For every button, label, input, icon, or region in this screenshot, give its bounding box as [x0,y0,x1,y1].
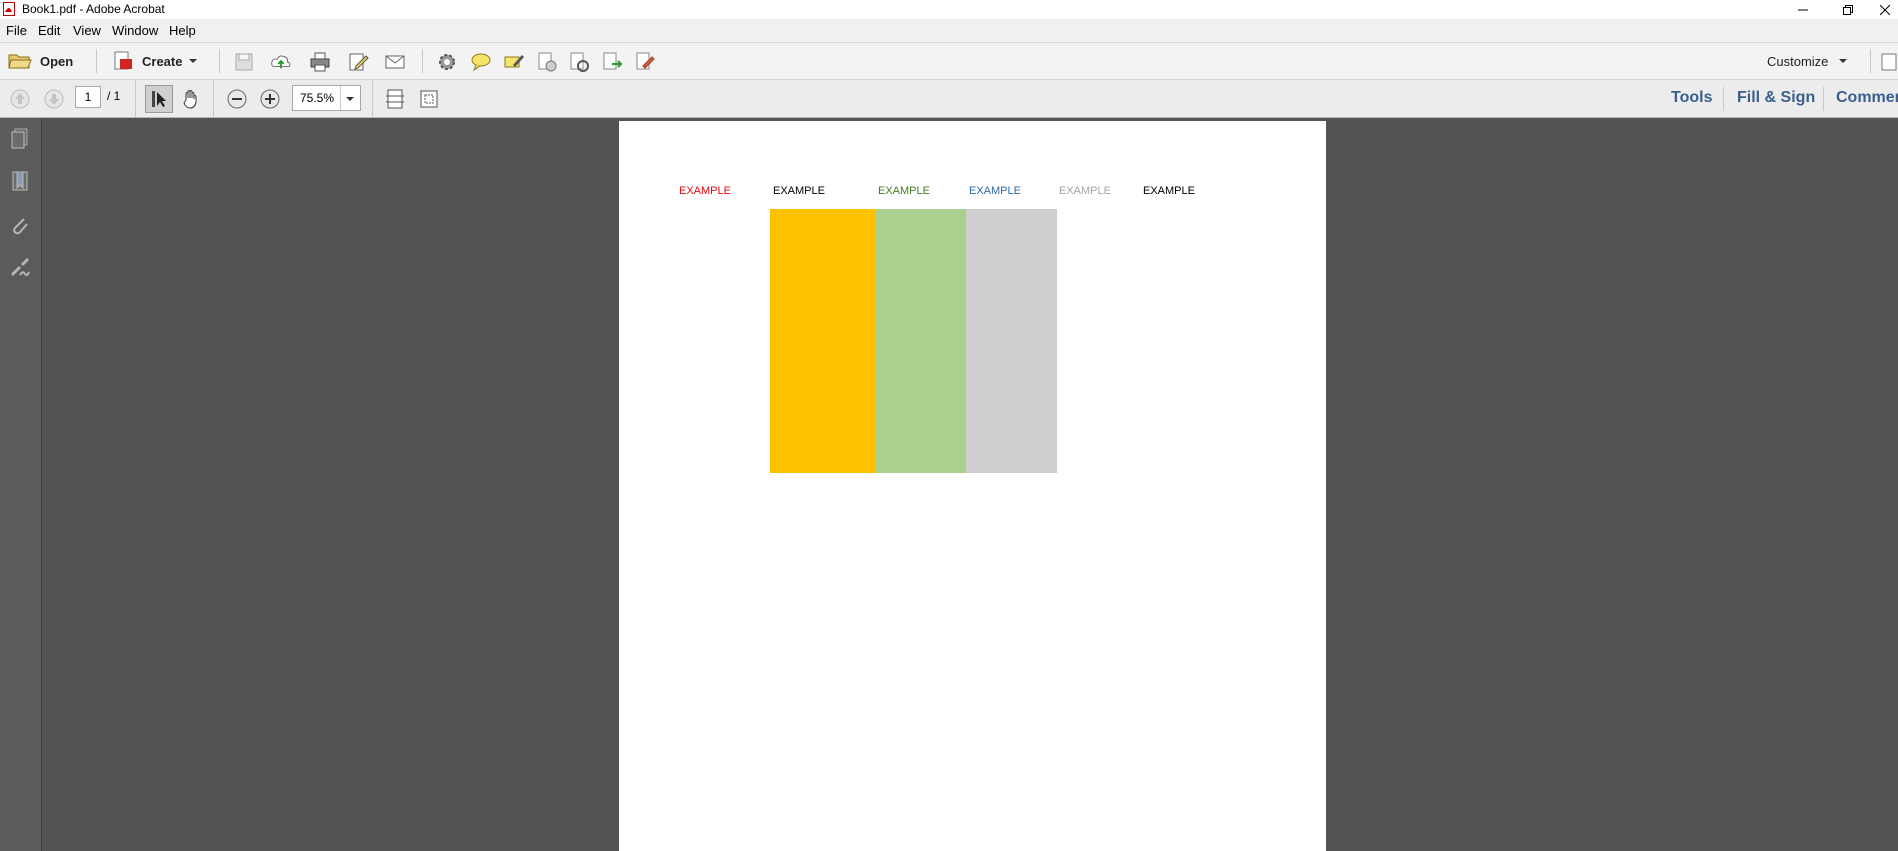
example-label-gray: EXAMPLE [1059,185,1111,197]
toolbar-divider [1870,49,1871,73]
acrobat-pdf-icon [3,2,15,16]
signature-icon[interactable] [7,256,33,282]
minimize-button[interactable] [1786,0,1820,19]
toolbar-divider [1823,87,1824,111]
menu-file[interactable]: File [6,23,27,38]
example-label-black-2: EXAMPLE [1143,185,1195,197]
pdf-page: EXAMPLE EXAMPLE EXAMPLE EXAMPLE EXAMPLE … [619,121,1326,851]
gray-block [966,209,1057,473]
toolbar-divider [96,49,97,73]
toolbar-divider [422,49,423,73]
toolbar-divider [219,49,220,73]
window-title: Book1.pdf - Adobe Acrobat [22,2,165,16]
example-label-black: EXAMPLE [773,185,825,197]
toolbar-divider [213,80,214,117]
menu-edit[interactable]: Edit [38,23,60,38]
navigation-toolbar: / 1 75.5% Tools Fill & Sign Commen [0,80,1898,118]
menu-help[interactable]: Help [169,23,196,38]
highlight-icon[interactable] [503,51,525,73]
chevron-down-icon [1839,59,1848,63]
toolbar-divider [372,80,373,117]
orange-block [770,209,875,473]
dropdown-divider [340,86,341,110]
print-icon[interactable] [309,51,331,73]
previous-page-icon[interactable] [9,88,31,110]
fill-sign-pane-link[interactable]: Fill & Sign [1737,89,1815,107]
restore-icon [1843,4,1853,15]
zoom-in-icon[interactable] [259,88,281,110]
customize-button[interactable]: Customize [1767,49,1848,73]
open-label: Open [40,53,74,69]
title-bar: Book1.pdf - Adobe Acrobat [0,0,1898,19]
menu-bar: File Edit View Window Help [0,19,1898,43]
stamp-icon[interactable] [568,51,590,73]
export-icon[interactable] [601,51,623,73]
edit-icon[interactable] [347,51,369,73]
zoom-select[interactable]: 75.5% [292,85,361,111]
zoom-out-icon[interactable] [226,88,248,110]
create-button[interactable]: Create [112,49,198,73]
chevron-down-icon [189,59,198,63]
tools-pane-link[interactable]: Tools [1671,89,1712,107]
fit-page-icon[interactable] [384,88,406,110]
menu-window[interactable]: Window [112,23,158,38]
green-block [875,209,966,473]
minimize-icon [1798,9,1808,10]
expand-icon[interactable] [1880,51,1898,73]
create-pdf-icon [114,51,132,70]
close-button[interactable] [1872,0,1898,19]
restore-button[interactable] [1831,0,1865,19]
select-tool-button[interactable] [145,85,173,113]
menu-view[interactable]: View [73,23,101,38]
create-label: Create [142,53,183,69]
customize-label: Customize [1767,53,1829,69]
open-button[interactable]: Open [8,49,73,73]
next-page-icon[interactable] [43,88,65,110]
fit-width-icon[interactable] [418,88,440,110]
chevron-down-icon [346,97,354,101]
toolbar-divider [1723,87,1724,111]
close-icon [1880,4,1890,15]
mail-icon[interactable] [384,51,406,73]
zoom-value: 75.5% [300,91,335,105]
example-label-blue: EXAMPLE [969,185,1021,197]
hand-tool-icon[interactable] [180,88,202,110]
main-toolbar: Open Create Customize [0,43,1898,80]
pages-icon[interactable] [7,126,33,152]
page-number-input[interactable] [75,86,101,108]
example-label-green: EXAMPLE [878,185,930,197]
gear-icon[interactable] [436,51,458,73]
page-total: / 1 [107,89,121,103]
attach-icon[interactable] [536,51,558,73]
sign-icon[interactable] [634,51,656,73]
save-icon[interactable] [233,51,255,73]
navigation-pane [0,118,42,851]
comment-pane-link[interactable]: Commen [1836,89,1898,107]
upload-cloud-icon[interactable] [270,51,292,73]
toolbar-divider [135,80,136,117]
attachment-icon[interactable] [7,213,33,239]
bookmark-icon[interactable] [7,169,33,195]
folder-open-icon [8,54,32,69]
comment-icon[interactable] [470,51,492,73]
select-cursor-icon [152,91,166,107]
example-label-red: EXAMPLE [679,185,731,197]
